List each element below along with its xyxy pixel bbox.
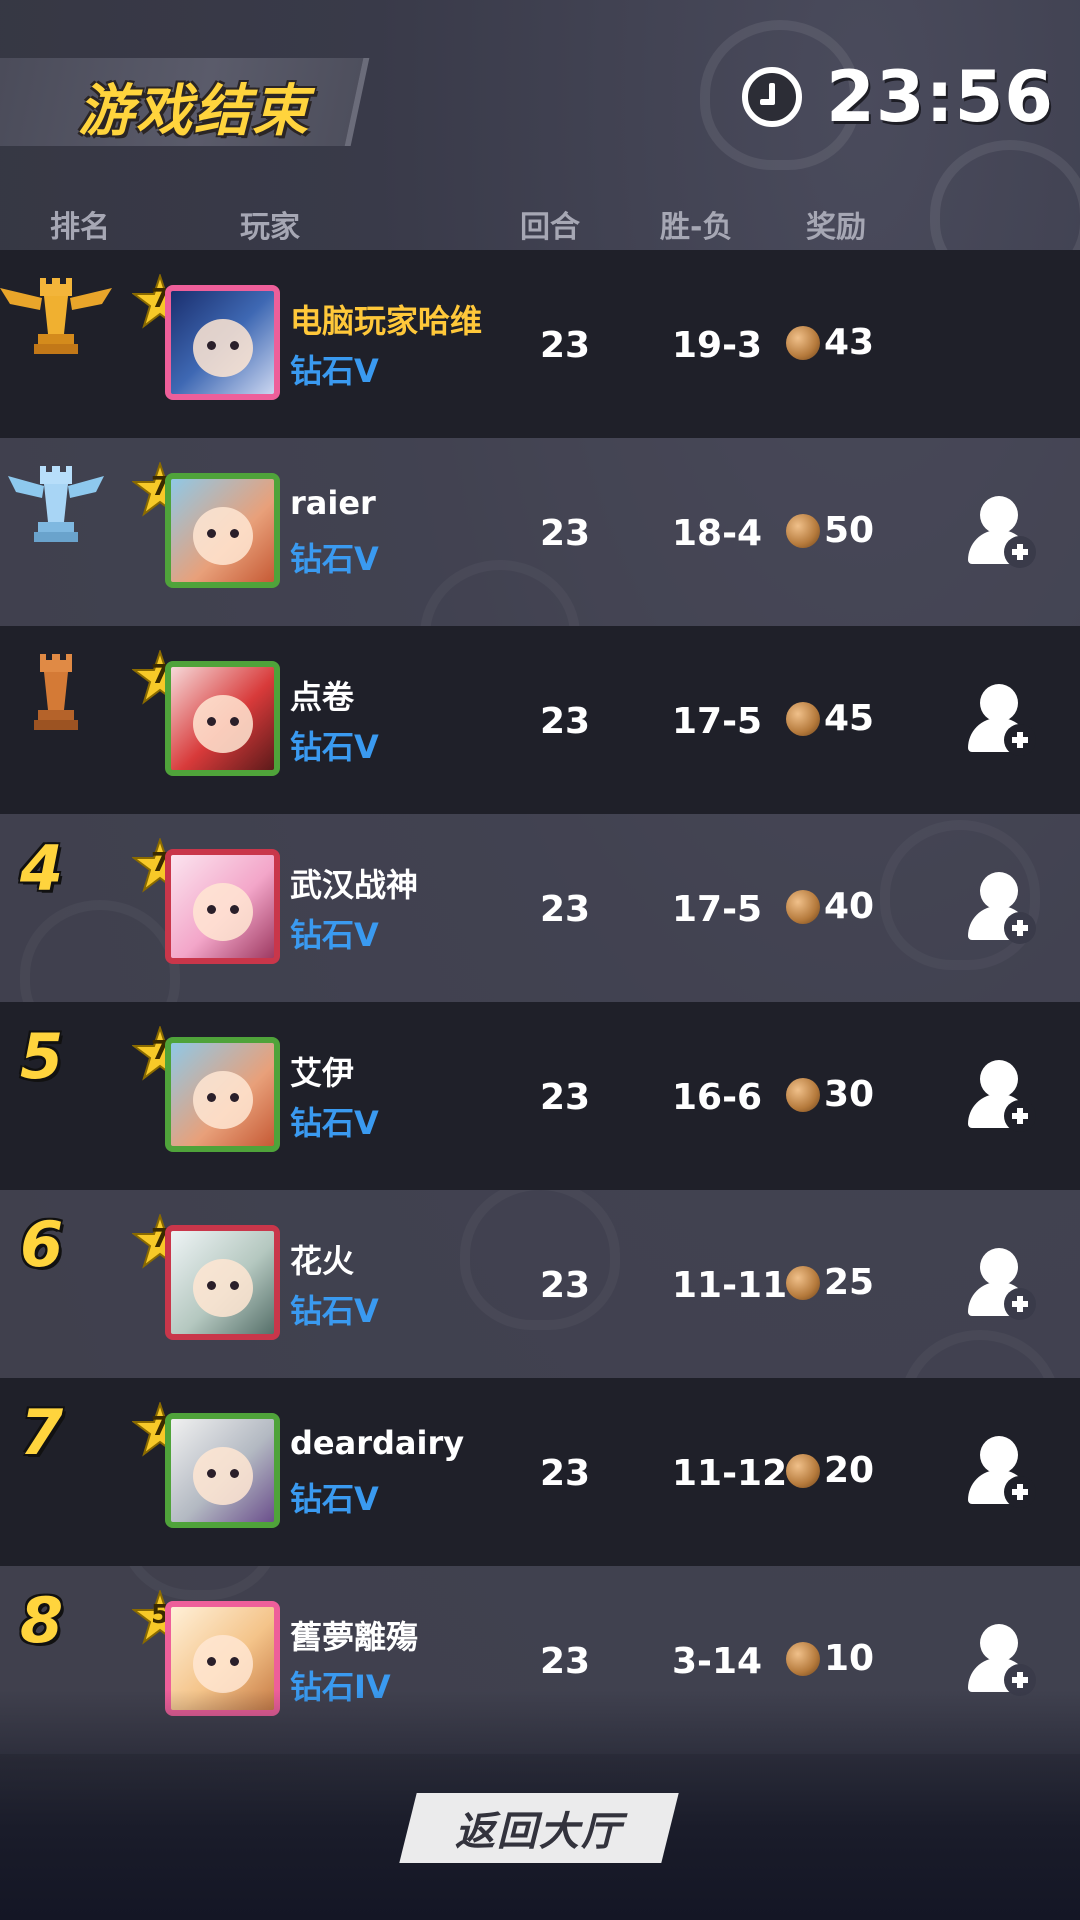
avatar: [165, 1413, 280, 1528]
rounds-value: 23: [540, 1077, 591, 1118]
coin-icon: [786, 1453, 820, 1488]
header-win-loss: 胜-负: [660, 210, 733, 245]
clock-icon: [742, 67, 803, 127]
reward: 25: [786, 1262, 874, 1303]
player-name: raier: [290, 484, 376, 522]
player-tier: 钻石V: [290, 1292, 379, 1330]
win-loss-value: 11-11: [672, 1265, 788, 1306]
coin-icon: [786, 701, 820, 736]
table-row: 7 raier 钻石V 23 18-4 50: [0, 438, 1080, 626]
rank-number: 7: [20, 1396, 64, 1469]
reward: 30: [786, 1074, 874, 1115]
win-loss-value: 11-12: [672, 1453, 788, 1494]
gold-rook-trophy-icon: [0, 278, 112, 354]
avatar: [165, 285, 280, 400]
rounds-value: 23: [540, 1641, 591, 1682]
rounds-value: 23: [540, 325, 591, 366]
bronze-rook-trophy-icon: [34, 654, 78, 730]
rounds-value: 23: [540, 701, 591, 742]
player-name: 花火: [290, 1242, 355, 1280]
player-name: 武汉战神: [290, 866, 419, 904]
table-row: 7 电脑玩家哈维 钻石V 23 19-3 43: [0, 250, 1080, 438]
reward: 40: [786, 886, 874, 927]
page-title: 游戏结束: [78, 79, 310, 144]
silver-rook-trophy-icon: [8, 466, 104, 542]
avatar: [165, 1225, 280, 1340]
back-to-lobby-button[interactable]: 返回大厅: [399, 1793, 679, 1863]
rounds-value: 23: [540, 1453, 591, 1494]
player-tier: 钻石V: [290, 1480, 379, 1518]
table-row: 4 7 武汉战神 钻石V 23 17-5 40: [0, 814, 1080, 1002]
reward: 43: [786, 322, 874, 363]
player-tier: 钻石V: [290, 1104, 379, 1142]
plus-icon: [1004, 536, 1036, 568]
add-friend-button[interactable]: [968, 872, 1036, 944]
table-row: 7 点卷 钻石V 23 17-5 45: [0, 626, 1080, 814]
header-rounds: 回合: [520, 210, 580, 245]
win-loss-value: 17-5: [672, 701, 763, 742]
coin-icon: [786, 1077, 820, 1112]
win-loss-value: 3-14: [672, 1641, 763, 1682]
game-timer: 23:56: [742, 56, 1054, 138]
reward: 20: [786, 1450, 874, 1491]
coin-icon: [786, 1641, 820, 1676]
avatar: [165, 473, 280, 588]
player-tier: 钻石V: [290, 540, 379, 578]
header-player: 玩家: [240, 210, 300, 245]
player-tier: 钻石V: [290, 728, 379, 766]
win-loss-value: 19-3: [672, 325, 763, 366]
column-headers: 排名 玩家 回合 胜-负 奖励: [0, 202, 1080, 248]
avatar: [165, 1037, 280, 1152]
add-friend-button[interactable]: [968, 1436, 1036, 1508]
table-row: 7 7 deardairy 钻石V 23 11-12 20: [0, 1378, 1080, 1566]
header-reward: 奖励: [806, 210, 866, 245]
player-name: 艾伊: [290, 1054, 355, 1092]
table-row: 5 7 艾伊 钻石V 23 16-6 30: [0, 1002, 1080, 1190]
plus-icon: [1004, 1476, 1036, 1508]
player-name: 电脑玩家哈维: [290, 302, 483, 340]
add-friend-button[interactable]: [968, 684, 1036, 756]
header-rank: 排名: [50, 210, 110, 245]
table-row: 6 7 花火 钻石V 23 11-11 25: [0, 1190, 1080, 1378]
coin-icon: [786, 1265, 820, 1300]
coin-icon: [786, 325, 820, 360]
add-friend-button[interactable]: [968, 496, 1036, 568]
player-name: 舊夢離殤: [290, 1618, 419, 1656]
player-name: deardairy: [290, 1424, 465, 1462]
reward: 50: [786, 510, 874, 551]
avatar: [165, 661, 280, 776]
timer-text: 23:56: [826, 56, 1054, 138]
player-tier: 钻石V: [290, 352, 379, 390]
player-name: 点卷: [290, 678, 355, 716]
game-over-screen: 游戏结束 23:56 排名 玩家 回合 胜-负 奖励 7 电脑玩家哈维 钻石V …: [0, 0, 1080, 1920]
plus-icon: [1004, 1288, 1036, 1320]
win-loss-value: 18-4: [672, 513, 763, 554]
win-loss-value: 16-6: [672, 1077, 763, 1118]
plus-icon: [1004, 1100, 1036, 1132]
rounds-value: 23: [540, 513, 591, 554]
rank-number: 4: [20, 832, 64, 905]
add-friend-button[interactable]: [968, 1060, 1036, 1132]
add-friend-button[interactable]: [968, 1624, 1036, 1696]
rank-number: 6: [20, 1208, 64, 1281]
coin-icon: [786, 889, 820, 924]
ranking-list: 7 电脑玩家哈维 钻石V 23 19-3 43 7 raier 钻石V 23 1…: [0, 250, 1080, 1754]
plus-icon: [1004, 912, 1036, 944]
plus-icon: [1004, 724, 1036, 756]
rounds-value: 23: [540, 1265, 591, 1306]
rank-number: 5: [20, 1020, 64, 1093]
player-tier: 钻石V: [290, 916, 379, 954]
coin-icon: [786, 513, 820, 548]
rank-number: 8: [20, 1584, 64, 1657]
win-loss-value: 17-5: [672, 889, 763, 930]
back-to-lobby-label: 返回大厅: [455, 1810, 623, 1854]
reward: 10: [786, 1638, 874, 1679]
avatar: [165, 849, 280, 964]
rounds-value: 23: [540, 889, 591, 930]
add-friend-button[interactable]: [968, 1248, 1036, 1320]
reward: 45: [786, 698, 874, 739]
